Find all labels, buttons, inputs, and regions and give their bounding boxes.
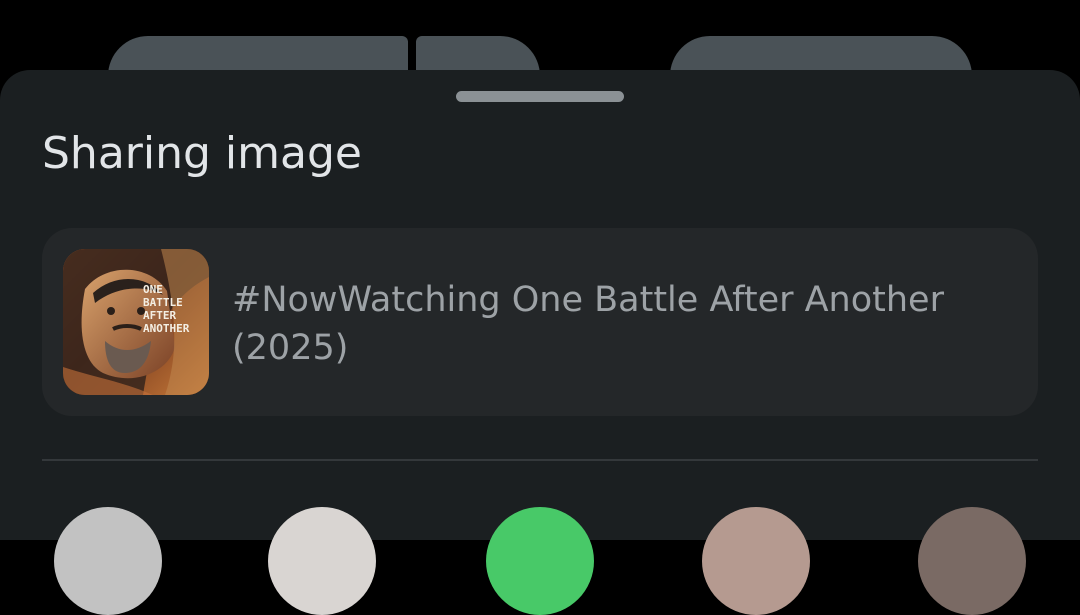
thumbnail-word: AFTER <box>143 309 177 322</box>
thumbnail-title-art: ONE BATTLE AFTER ANOTHER <box>143 283 189 335</box>
share-preview-card: ONE BATTLE AFTER ANOTHER #NowWatching On… <box>42 228 1038 416</box>
drag-handle[interactable] <box>456 91 624 102</box>
thumbnail-word: BATTLE <box>143 296 183 309</box>
share-target-4[interactable] <box>702 507 810 615</box>
share-sheet-title: Sharing image <box>42 128 362 179</box>
share-target-3[interactable] <box>486 507 594 615</box>
thumbnail-image: ONE BATTLE AFTER ANOTHER <box>63 249 209 395</box>
share-preview-text: #NowWatching One Battle After Another (2… <box>232 280 944 368</box>
thumbnail-word: ANOTHER <box>143 322 190 335</box>
share-target-5[interactable] <box>918 507 1026 615</box>
share-target-1[interactable] <box>54 507 162 615</box>
section-divider <box>42 459 1038 461</box>
share-sheet: Sharing image ONE BATTLE AFTER ANOTHER #… <box>0 70 1080 540</box>
share-target-2[interactable] <box>268 507 376 615</box>
thumbnail-word: ONE <box>143 283 163 296</box>
